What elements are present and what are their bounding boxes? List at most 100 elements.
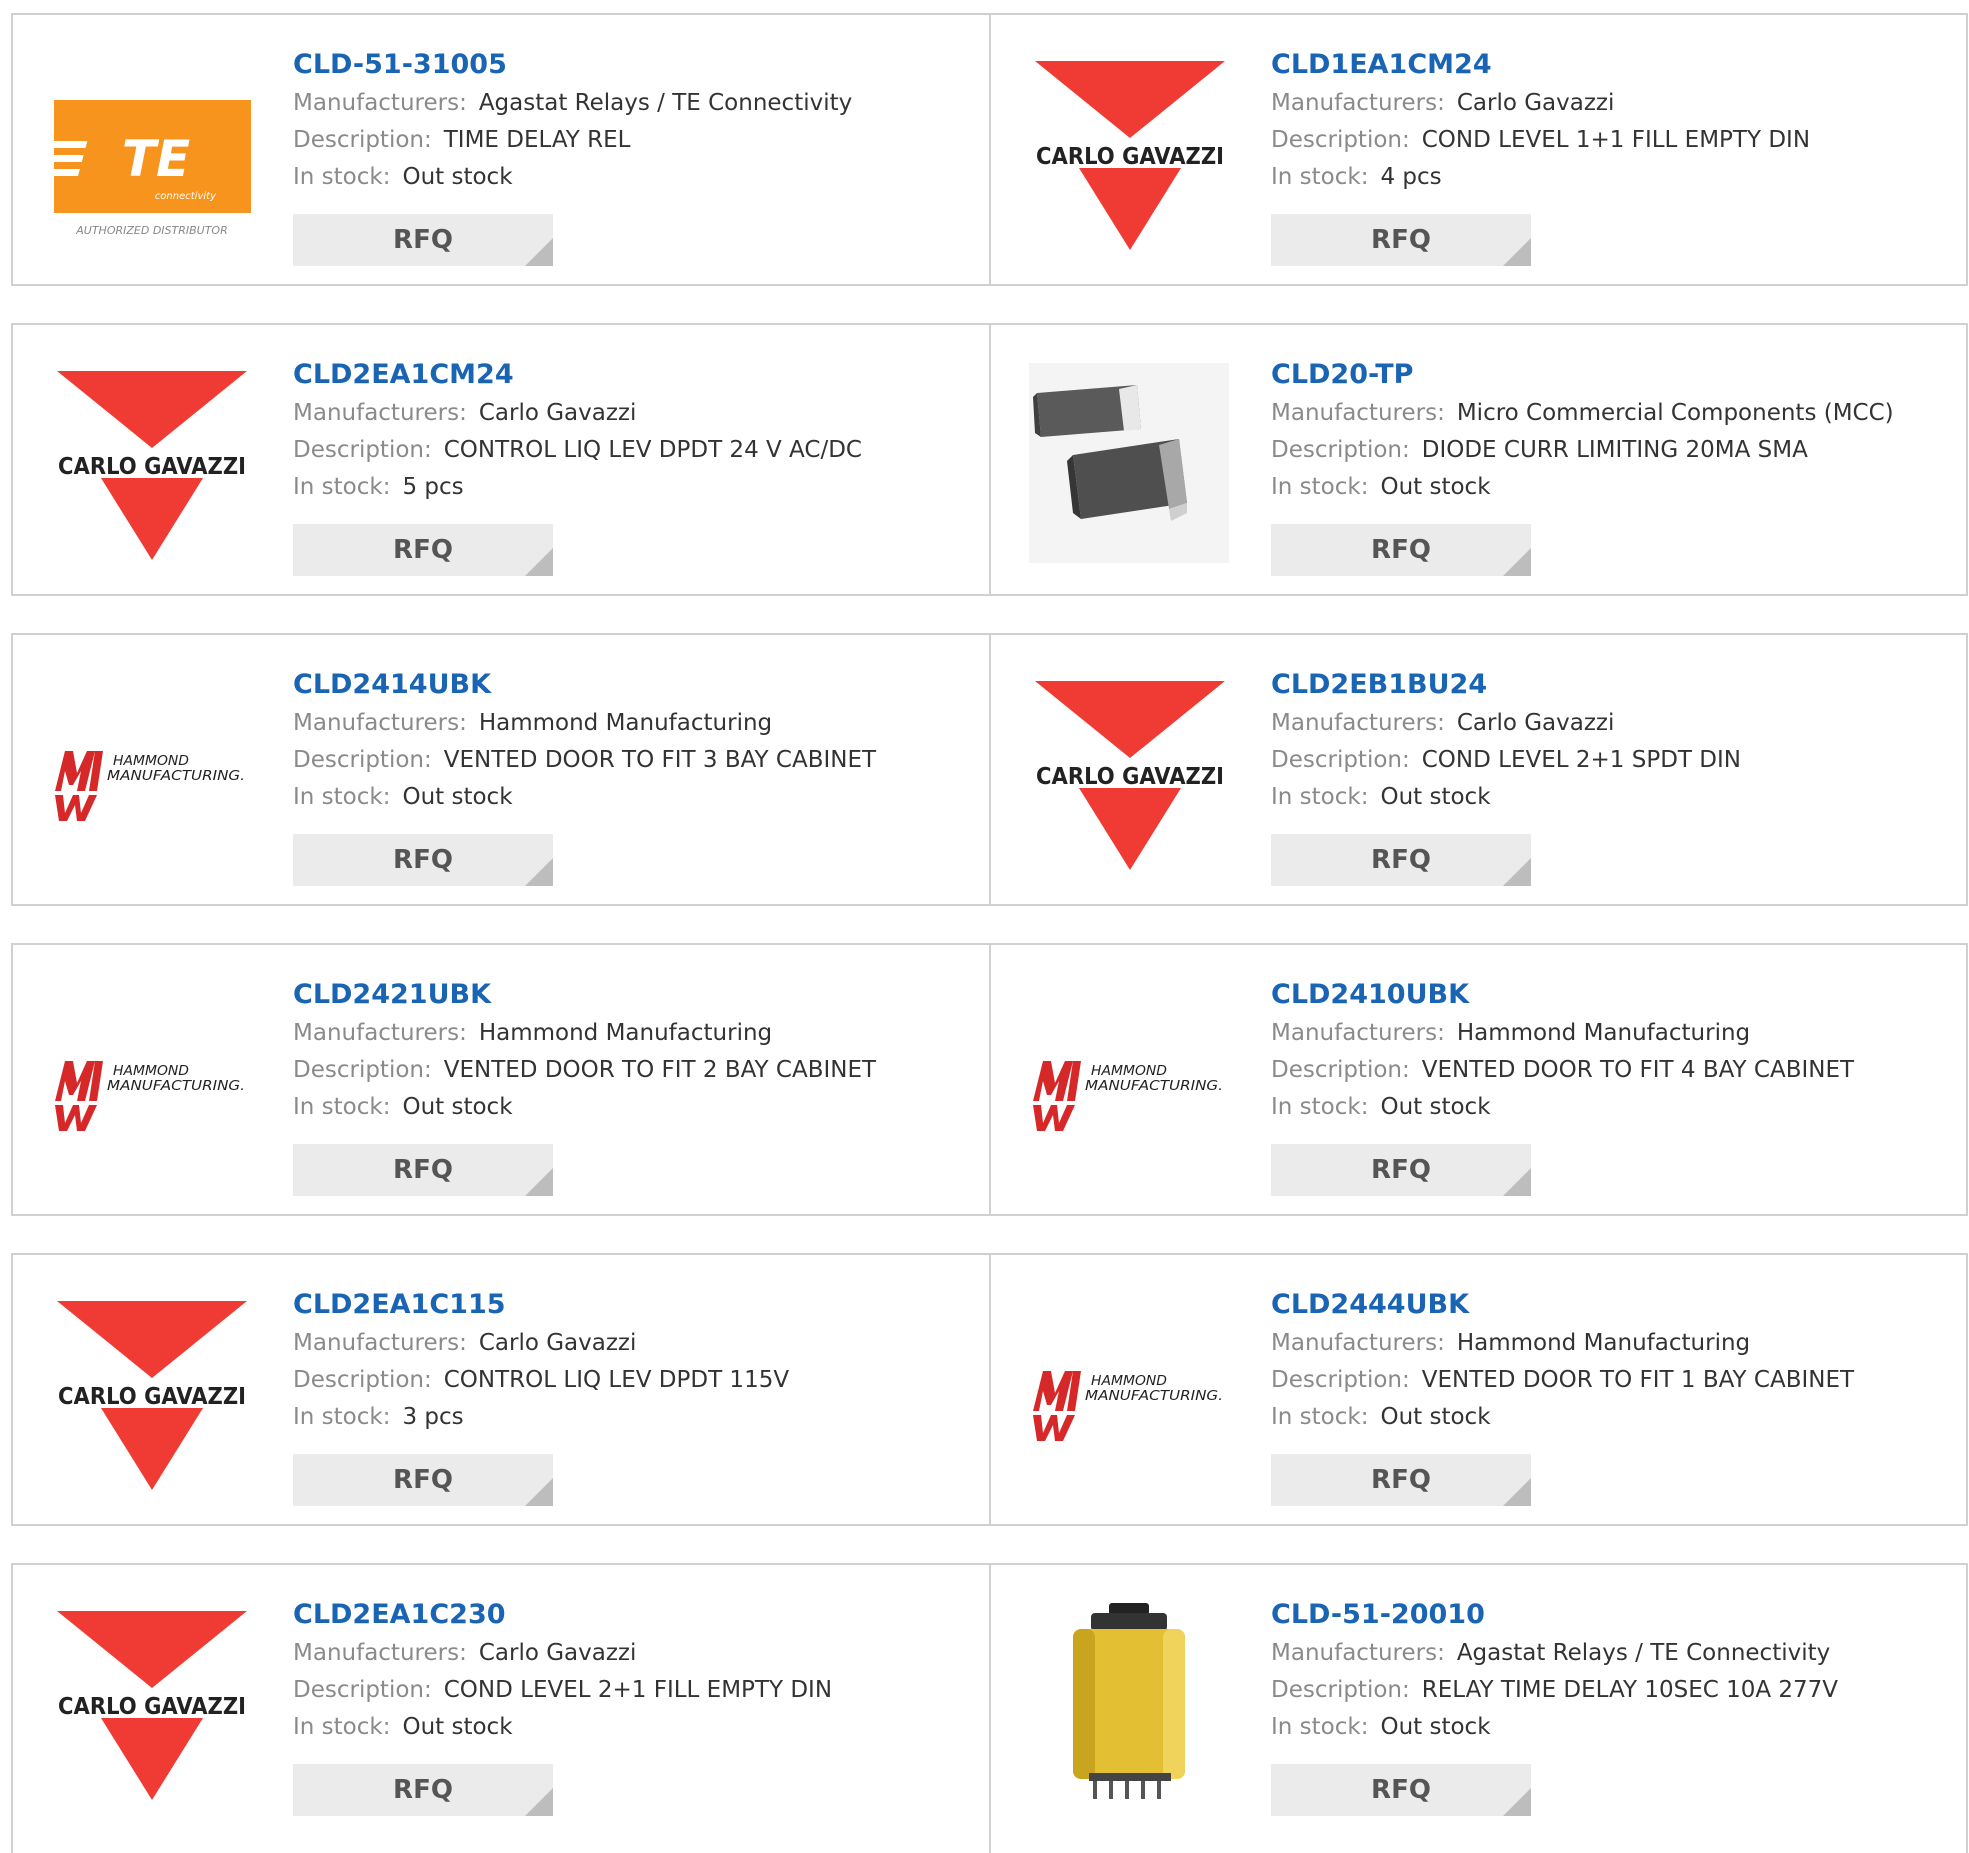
description-row: Description: RELAY TIME DELAY 10SEC 10A 2… xyxy=(1271,1672,1956,1709)
rfq-button[interactable]: RFQ xyxy=(1271,214,1531,266)
svg-text:HAMMOND: HAMMOND xyxy=(1091,1064,1167,1079)
rfq-button[interactable]: RFQ xyxy=(293,834,553,886)
manufacturer-row: Manufacturers: Hammond Manufacturing xyxy=(293,705,979,742)
manufacturer-row: Manufacturers: Micro Commercial Component… xyxy=(1271,395,1956,432)
rfq-button[interactable]: RFQ xyxy=(293,1764,553,1816)
description-label: Description: xyxy=(1271,1677,1410,1703)
rfq-button[interactable]: RFQ xyxy=(293,1144,553,1196)
rfq-label: RFQ xyxy=(393,1155,453,1185)
manufacturer-value: Carlo Gavazzi xyxy=(478,400,637,426)
product-info: CLD1EA1CM24 Manufacturers: Carlo Gavazzi … xyxy=(1271,45,1956,196)
manufacturers-label: Manufacturers: xyxy=(1271,1020,1445,1046)
product-card: HAMMOND MANUFACTURING. CLD2414UBK Manufa… xyxy=(11,633,991,906)
description-value: RELAY TIME DELAY 10SEC 10A 277V xyxy=(1421,1677,1839,1703)
part-number-link[interactable]: CLD2EB1BU24 xyxy=(1271,665,1956,705)
stock-value: 4 pcs xyxy=(1380,164,1442,190)
product-row: HAMMOND MANUFACTURING. CLD2414UBK Manufa… xyxy=(11,633,1968,908)
part-number-link[interactable]: CLD20-TP xyxy=(1271,355,1956,395)
part-number-link[interactable]: CLD2444UBK xyxy=(1271,1285,1956,1325)
manufacturer-row: Manufacturers: Carlo Gavazzi xyxy=(293,395,979,432)
corner-triangle-icon xyxy=(525,1168,553,1196)
rfq-button[interactable]: RFQ xyxy=(293,214,553,266)
part-number-link[interactable]: CLD-51-31005 xyxy=(293,45,979,85)
hammond-manufacturing-logo[interactable]: HAMMOND MANUFACTURING. xyxy=(1029,983,1229,1183)
stock-value: Out stock xyxy=(1380,474,1491,500)
description-value: VENTED DOOR TO FIT 4 BAY CABINET xyxy=(1421,1057,1855,1083)
carlo-gavazzi-logo[interactable]: CARLO GAVAZZI xyxy=(51,363,251,563)
part-number-link[interactable]: CLD2EA1C230 xyxy=(293,1595,979,1635)
rfq-button[interactable]: RFQ xyxy=(1271,834,1531,886)
in-stock-label: In stock: xyxy=(293,164,391,190)
description-row: Description: COND LEVEL 1+1 FILL EMPTY DI… xyxy=(1271,122,1956,159)
svg-text:TE: TE xyxy=(122,130,190,188)
rfq-button[interactable]: RFQ xyxy=(293,524,553,576)
hammond-manufacturing-logo[interactable]: HAMMOND MANUFACTURING. xyxy=(51,983,251,1183)
product-card: CARLO GAVAZZI CLD1EA1CM24 Manufacturers:… xyxy=(989,13,1968,286)
carlo-gavazzi-logo[interactable]: CARLO GAVAZZI xyxy=(1029,673,1229,873)
hammond-manufacturing-logo[interactable]: HAMMOND MANUFACTURING. xyxy=(1029,1293,1229,1493)
carlo-gavazzi-logo[interactable]: CARLO GAVAZZI xyxy=(1029,53,1229,253)
svg-text:AUTHORIZED DISTRIBUTOR: AUTHORIZED DISTRIBUTOR xyxy=(75,224,228,237)
in-stock-label: In stock: xyxy=(1271,1404,1369,1430)
description-row: Description: CONTROL LIQ LEV DPDT 24 V AC… xyxy=(293,432,979,469)
corner-triangle-icon xyxy=(1503,1788,1531,1816)
svg-text:HAMMOND: HAMMOND xyxy=(1091,1374,1167,1389)
sma-diode-image[interactable] xyxy=(1029,363,1229,563)
part-number-link[interactable]: CLD2EA1C115 xyxy=(293,1285,979,1325)
description-label: Description: xyxy=(293,1677,432,1703)
manufacturer-value: Carlo Gavazzi xyxy=(478,1640,637,1666)
yellow-relay-image[interactable] xyxy=(1029,1603,1229,1803)
svg-text:CARLO GAVAZZI: CARLO GAVAZZI xyxy=(58,1384,246,1410)
in-stock-label: In stock: xyxy=(1271,474,1369,500)
part-number-link[interactable]: CLD2EA1CM24 xyxy=(293,355,979,395)
manufacturer-row: Manufacturers: Hammond Manufacturing xyxy=(1271,1325,1956,1362)
svg-text:CARLO GAVAZZI: CARLO GAVAZZI xyxy=(58,454,246,480)
stock-row: In stock: Out stock xyxy=(293,159,979,196)
in-stock-label: In stock: xyxy=(1271,784,1369,810)
part-number-link[interactable]: CLD2410UBK xyxy=(1271,975,1956,1015)
stock-value: 3 pcs xyxy=(402,1404,464,1430)
product-row: HAMMOND MANUFACTURING. CLD2421UBK Manufa… xyxy=(11,943,1968,1218)
stock-row: In stock: Out stock xyxy=(1271,1709,1956,1746)
carlo-gavazzi-logo[interactable]: CARLO GAVAZZI xyxy=(51,1603,251,1803)
description-value: VENTED DOOR TO FIT 2 BAY CABINET xyxy=(443,1057,877,1083)
manufacturer-row: Manufacturers: Hammond Manufacturing xyxy=(1271,1015,1956,1052)
part-number-link[interactable]: CLD-51-20010 xyxy=(1271,1595,1956,1635)
manufacturers-label: Manufacturers: xyxy=(293,1330,467,1356)
stock-value: Out stock xyxy=(1380,1404,1491,1430)
description-label: Description: xyxy=(1271,747,1410,773)
part-number-link[interactable]: CLD1EA1CM24 xyxy=(1271,45,1956,85)
description-label: Description: xyxy=(1271,1057,1410,1083)
manufacturer-row: Manufacturers: Carlo Gavazzi xyxy=(293,1325,979,1362)
description-label: Description: xyxy=(293,1057,432,1083)
rfq-button[interactable]: RFQ xyxy=(1271,1144,1531,1196)
rfq-label: RFQ xyxy=(1371,1465,1431,1495)
manufacturer-value: Agastat Relays / TE Connectivity xyxy=(478,90,853,116)
description-label: Description: xyxy=(1271,127,1410,153)
stock-row: In stock: Out stock xyxy=(1271,779,1956,816)
svg-text:CARLO GAVAZZI: CARLO GAVAZZI xyxy=(58,1694,246,1720)
corner-triangle-icon xyxy=(1503,238,1531,266)
svg-text:MANUFACTURING.: MANUFACTURING. xyxy=(107,1079,245,1094)
manufacturer-value: Hammond Manufacturing xyxy=(478,710,773,736)
description-label: Description: xyxy=(293,127,432,153)
product-card: CLD20-TP Manufacturers: Micro Commercial … xyxy=(989,323,1968,596)
rfq-button[interactable]: RFQ xyxy=(293,1454,553,1506)
part-number-link[interactable]: CLD2421UBK xyxy=(293,975,979,1015)
product-info: CLD2414UBK Manufacturers: Hammond Manufac… xyxy=(293,665,979,816)
rfq-label: RFQ xyxy=(393,1775,453,1805)
rfq-button[interactable]: RFQ xyxy=(1271,1764,1531,1816)
description-row: Description: DIODE CURR LIMITING 20MA SMA xyxy=(1271,432,1956,469)
hammond-manufacturing-logo[interactable]: HAMMOND MANUFACTURING. xyxy=(51,673,251,873)
description-row: Description: VENTED DOOR TO FIT 1 BAY CAB… xyxy=(1271,1362,1956,1399)
corner-triangle-icon xyxy=(525,238,553,266)
rfq-label: RFQ xyxy=(1371,845,1431,875)
product-info: CLD-51-31005 Manufacturers: Agastat Relay… xyxy=(293,45,979,196)
rfq-button[interactable]: RFQ xyxy=(1271,1454,1531,1506)
stock-row: In stock: 3 pcs xyxy=(293,1399,979,1436)
te-connectivity-logo[interactable]: TE connectivity AUTHORIZED DISTRIBUTOR xyxy=(51,53,251,253)
rfq-button[interactable]: RFQ xyxy=(1271,524,1531,576)
svg-text:HAMMOND: HAMMOND xyxy=(113,1064,189,1079)
carlo-gavazzi-logo[interactable]: CARLO GAVAZZI xyxy=(51,1293,251,1493)
part-number-link[interactable]: CLD2414UBK xyxy=(293,665,979,705)
